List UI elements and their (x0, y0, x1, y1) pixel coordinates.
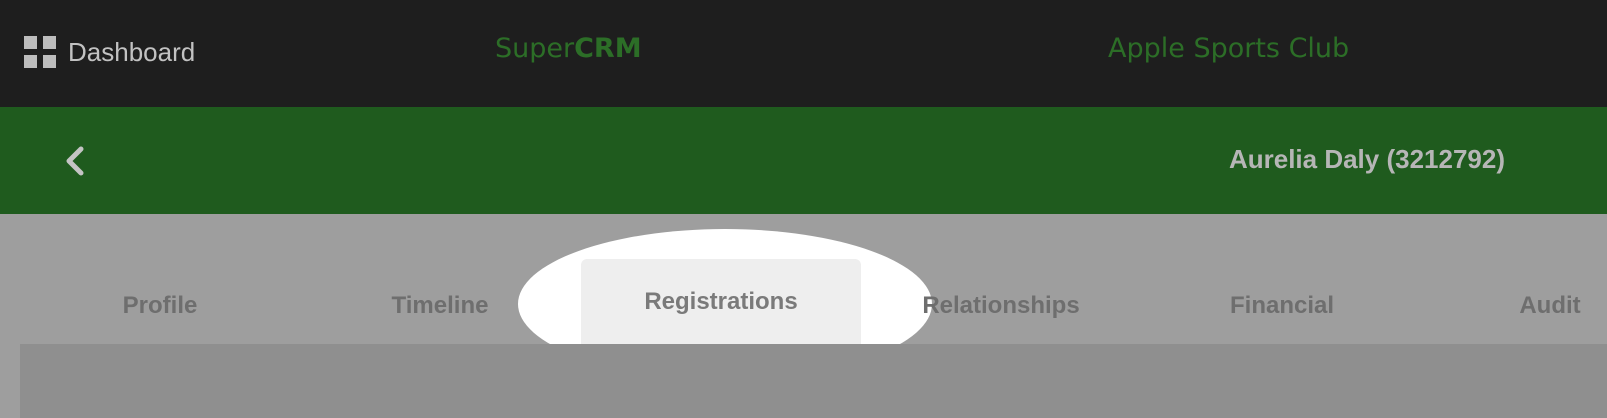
dashboard-label: Dashboard (68, 36, 196, 67)
top-navigation-bar: Dashboard SuperCRM Apple Sports Club (0, 0, 1607, 107)
tab-timeline[interactable]: Timeline (340, 270, 540, 342)
brand-bold: CRM (574, 33, 642, 64)
tab-profile[interactable]: Profile (60, 270, 260, 342)
tab-audit[interactable]: Audit (1495, 270, 1605, 342)
dashboard-grid-icon (24, 36, 56, 68)
tab-financial[interactable]: Financial (1182, 270, 1382, 342)
chevron-left-icon (66, 146, 84, 176)
member-header-bar: Aurelia Daly (3212792) (0, 107, 1607, 214)
tab-registrations[interactable]: Registrations (581, 259, 861, 344)
back-button[interactable] (56, 141, 96, 181)
brand-logo: SuperCRM (495, 33, 642, 64)
brand-prefix: Super (495, 33, 575, 64)
dashboard-link[interactable]: Dashboard (24, 36, 195, 68)
tab-content-panel (20, 344, 1607, 418)
club-name: Apple Sports Club (1108, 33, 1350, 64)
member-name-title: Aurelia Daly (3212792) (1228, 144, 1505, 174)
tab-relationships[interactable]: Relationships (900, 270, 1102, 342)
